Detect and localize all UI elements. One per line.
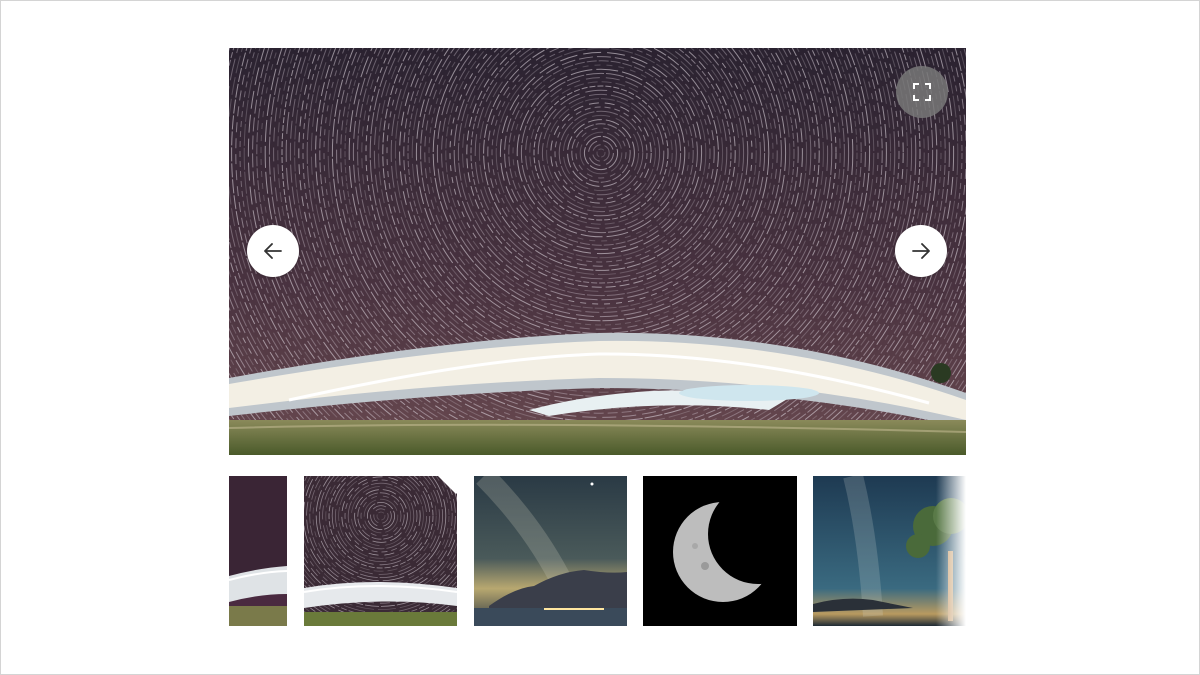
image-gallery: [229, 48, 966, 626]
arrow-left-icon: [264, 243, 282, 259]
previous-button[interactable]: [247, 225, 299, 277]
thumbnail-strip: [229, 476, 966, 626]
thumbnail-image: [304, 476, 457, 626]
thumbnail-image: [474, 476, 627, 626]
thumbnail-image: [229, 476, 287, 626]
next-button[interactable]: [895, 225, 947, 277]
thumbnail-star-trails-partial[interactable]: [229, 476, 287, 626]
thumbnail-star-trails-active[interactable]: [304, 476, 457, 626]
thumbnail-crescent-moon[interactable]: [643, 476, 797, 626]
thumbnail-milky-way-lake[interactable]: [474, 476, 627, 626]
arrow-right-icon: [912, 243, 930, 259]
thumbnail-milky-way-tree[interactable]: [813, 476, 966, 626]
active-thumbnail-indicator: [438, 476, 457, 494]
thumbnail-fade-overlay: [936, 476, 966, 626]
thumbnail-image: [643, 476, 797, 626]
main-image-picture: [229, 48, 966, 455]
fullscreen-icon: [913, 83, 931, 101]
fullscreen-button[interactable]: [896, 66, 948, 118]
main-image: [229, 48, 966, 455]
